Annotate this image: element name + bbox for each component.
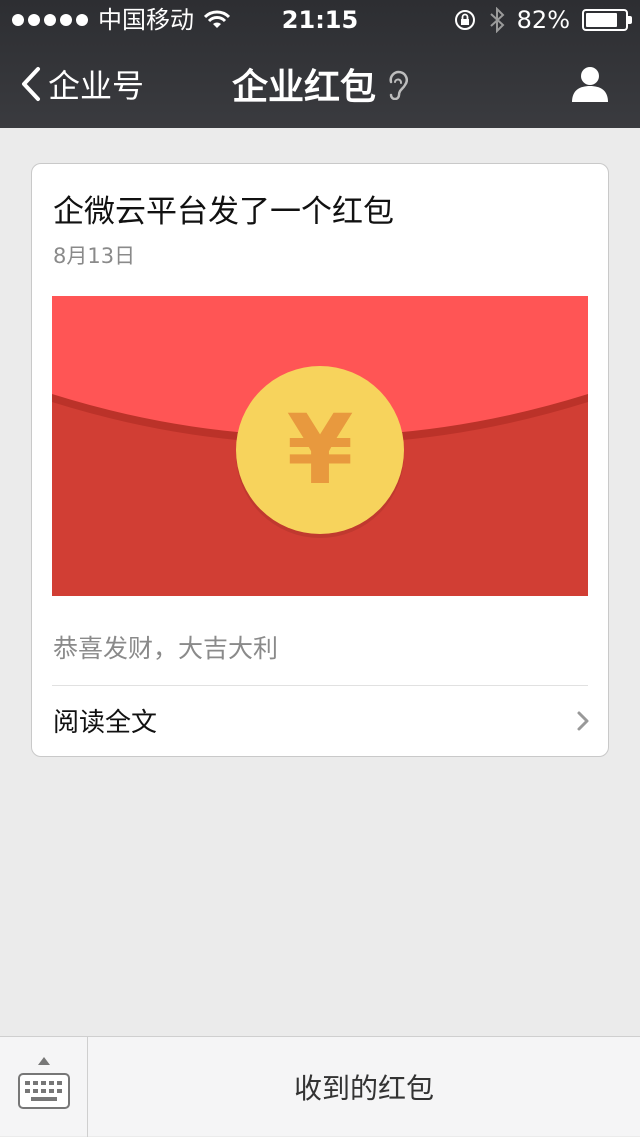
card-description: 恭喜发财，大吉大利 [53,634,279,663]
yuan-symbol: ¥ [286,394,354,506]
red-envelope-banner: ¥ [52,296,588,596]
ear-icon [389,70,408,100]
caret-up-icon [38,1057,50,1065]
menu-label: 收到的红包 [293,1072,434,1105]
header: 中国移动 21:15 82% 企业号 企业红包 [0,0,640,128]
keyboard-icon [18,1073,70,1109]
page-title-text: 企业红包 [231,67,376,108]
page-title: 企业红包 [0,40,640,128]
nav-bar: 企业号 企业红包 [0,40,640,128]
status-bar: 中国移动 21:15 82% [0,0,640,40]
profile-icon[interactable] [570,64,610,104]
read-more-row[interactable]: 阅读全文 [32,686,608,757]
red-packet-card[interactable]: 企微云平台发了一个红包 8月13日 ¥ 恭喜发财，大吉大利 阅读全文 [31,163,609,757]
read-more-label: 阅读全文 [53,708,158,738]
card-title: 企微云平台发了一个红包 [53,194,394,230]
menu-received-red-packets[interactable]: 收到的红包 [88,1037,640,1137]
battery-percent: 82% [516,6,570,34]
bottom-bar: 收到的红包 [0,1036,640,1137]
chevron-right-icon [577,711,589,731]
keyboard-toggle-button[interactable] [0,1037,88,1137]
card-date: 8月13日 [53,244,136,268]
bluetooth-icon [489,7,505,33]
battery-icon [582,9,632,31]
battery-level [586,13,618,27]
lock-rotation-icon [454,10,475,30]
